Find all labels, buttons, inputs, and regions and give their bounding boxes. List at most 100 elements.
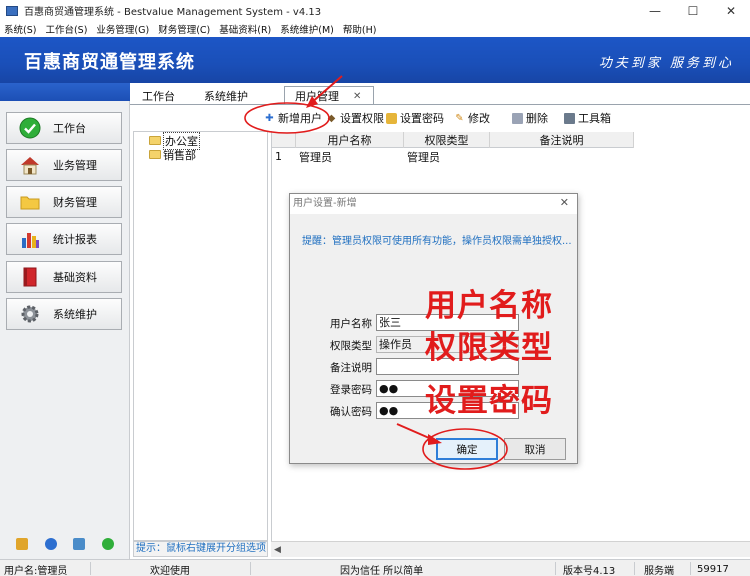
sidebar: 工作台 业务管理 财务管理 统计报表 基础资料 系统维护 <box>0 83 130 559</box>
toolbar: ✚ 新增用户 ◆ 设置权限 设置密码 ✎ 修改 删除 工具箱 <box>130 105 750 131</box>
status-welcome: 欢迎使用 <box>150 565 190 576</box>
status-version: 版本号4.13 <box>563 565 616 576</box>
menu-finance[interactable]: 财务管理(C) <box>158 22 210 36</box>
cancel-button[interactable]: 取消 <box>504 438 566 460</box>
title-bar: 百惠商贸通管理系统 - Bestvalue Management System … <box>0 0 750 21</box>
sidebar-item-label: 统计报表 <box>53 233 97 246</box>
grid-header: 用户名称 权限类型 备注说明 <box>272 132 634 148</box>
set-password-button[interactable]: 设置密码 <box>386 110 444 126</box>
bar-chart-icon <box>19 228 41 250</box>
menu-business[interactable]: 业务管理(G) <box>96 22 149 36</box>
gear-icon <box>19 303 41 325</box>
menu-bar: 系统(S) 工作台(S) 业务管理(G) 财务管理(C) 基础资料(R) 系统维… <box>0 21 750 37</box>
username-label: 用户名称 <box>330 318 372 330</box>
dialog-title: 用户设置-新增 <box>290 194 577 214</box>
status-server: 服务端 <box>644 565 674 576</box>
grid-header-cell[interactable]: 用户名称 <box>296 132 404 148</box>
edit-icon: ✎ <box>455 112 464 124</box>
menu-help[interactable]: 帮助(H) <box>343 22 377 36</box>
annotation-password: 设置密码 <box>425 383 553 419</box>
banner-slogan: 功夫到家 服务到心 <box>598 56 734 71</box>
password-label: 登录密码 <box>330 384 372 396</box>
refresh-icon[interactable] <box>101 538 114 550</box>
sidebar-item-basic-data[interactable]: 基础资料 <box>6 261 122 293</box>
maximize-button[interactable]: ☐ <box>674 0 712 21</box>
sidebar-item-maintenance[interactable]: 系统维护 <box>6 298 122 330</box>
tab-workbench[interactable]: 工作台 <box>132 86 185 105</box>
sidebar-item-label: 系统维护 <box>53 308 97 321</box>
sidebar-item-label: 财务管理 <box>53 196 97 209</box>
add-user-label: 新增用户 <box>278 112 322 125</box>
sidebar-item-finance[interactable]: 财务管理 <box>6 186 122 218</box>
grid-header-cell[interactable]: 备注说明 <box>490 132 634 148</box>
tree-hint: 提示：鼠标右键展开分组选项 <box>133 541 268 557</box>
folder-icon <box>149 150 161 159</box>
sidebar-header-strip <box>0 83 130 101</box>
folder-icon <box>149 136 161 145</box>
sidebar-item-label: 工作台 <box>53 122 86 135</box>
row-role: 管理员 <box>407 150 440 164</box>
tree-item-label: 销售部 <box>163 148 196 162</box>
dialog-close-icon[interactable]: ✕ <box>560 196 569 209</box>
folder-icon <box>19 191 41 213</box>
permission-icon: ◆ <box>327 112 336 124</box>
toolbox-button[interactable]: 工具箱 <box>564 110 611 126</box>
role-label: 权限类型 <box>330 340 372 352</box>
grid-header-index <box>272 132 296 148</box>
tab-label: 工作台 <box>142 89 175 103</box>
table-row[interactable]: 1 管理员 管理员 <box>272 149 634 164</box>
edit-button[interactable]: ✎ 修改 <box>454 110 490 126</box>
sidebar-item-reports[interactable]: 统计报表 <box>6 223 122 255</box>
lock-icon <box>386 112 397 124</box>
sidebar-item-workbench[interactable]: 工作台 <box>6 112 122 144</box>
app-icon <box>6 5 18 16</box>
confirm-password-label: 确认密码 <box>330 406 372 418</box>
annotation-role: 权限类型 <box>425 330 553 366</box>
edit-label: 修改 <box>468 112 490 125</box>
set-permission-label: 设置权限 <box>340 112 384 125</box>
house-icon <box>19 154 41 176</box>
search-icon[interactable] <box>73 538 86 550</box>
set-password-label: 设置密码 <box>400 112 444 125</box>
annotation-username: 用户名称 <box>425 288 553 324</box>
check-circle-icon <box>19 117 41 139</box>
banner-title: 百惠商贸通管理系统 <box>24 52 195 73</box>
tab-label: 系统维护 <box>204 89 248 103</box>
tab-user-management[interactable]: 用户管理 ✕ <box>284 86 374 105</box>
menu-maintenance[interactable]: 系统维护(M) <box>280 22 334 36</box>
info-icon[interactable] <box>44 538 57 550</box>
row-note <box>493 149 633 164</box>
horizontal-scrollbar[interactable]: ◀ <box>271 541 750 557</box>
add-user-button[interactable]: ✚ 新增用户 <box>264 110 322 126</box>
sidebar-item-label: 基础资料 <box>53 271 97 284</box>
minimize-button[interactable]: — <box>636 0 674 21</box>
scroll-left-icon[interactable]: ◀ <box>274 545 281 555</box>
menu-workbench[interactable]: 工作台(S) <box>45 22 87 36</box>
grid-header-cell[interactable]: 权限类型 <box>404 132 490 148</box>
tab-bar: 工作台 系统维护 用户管理 ✕ <box>130 83 750 105</box>
menu-system[interactable]: 系统(S) <box>4 22 36 36</box>
sidebar-item-label: 业务管理 <box>53 159 97 172</box>
row-username: 管理员 <box>299 150 332 164</box>
status-port: 59917 <box>697 563 729 575</box>
book-icon <box>19 266 41 288</box>
tab-close-icon[interactable]: ✕ <box>353 91 361 102</box>
tree-item-sales[interactable]: 销售部 <box>149 148 196 162</box>
delete-button[interactable]: 删除 <box>512 110 548 126</box>
dialog-hint: 提醒：管理员权限可使用所有功能，操作员权限需单独授权... <box>302 236 572 247</box>
plus-icon: ✚ <box>265 112 274 124</box>
window-title: 百惠商贸通管理系统 - Bestvalue Management System … <box>24 7 322 18</box>
status-user: 用户名:管理员 <box>4 565 68 576</box>
user-settings-dialog: 用户设置-新增 ✕ 提醒：管理员权限可使用所有功能，操作员权限需单独授权... … <box>289 193 578 464</box>
tab-maintenance[interactable]: 系统维护 <box>194 86 258 105</box>
app-banner: 百惠商贸通管理系统 功夫到家 服务到心 <box>0 37 750 83</box>
tree-item-office[interactable]: 办公室 <box>149 131 200 150</box>
set-permission-button[interactable]: ◆ 设置权限 <box>326 110 384 126</box>
lock-icon[interactable] <box>16 538 29 550</box>
status-motto: 因为信任 所以简单 <box>340 565 424 576</box>
ok-button[interactable]: 确定 <box>436 438 498 460</box>
menu-basic-data[interactable]: 基础资料(R) <box>219 22 271 36</box>
row-index: 1 <box>275 150 282 163</box>
sidebar-item-business[interactable]: 业务管理 <box>6 149 122 181</box>
close-button[interactable]: ✕ <box>712 0 750 21</box>
